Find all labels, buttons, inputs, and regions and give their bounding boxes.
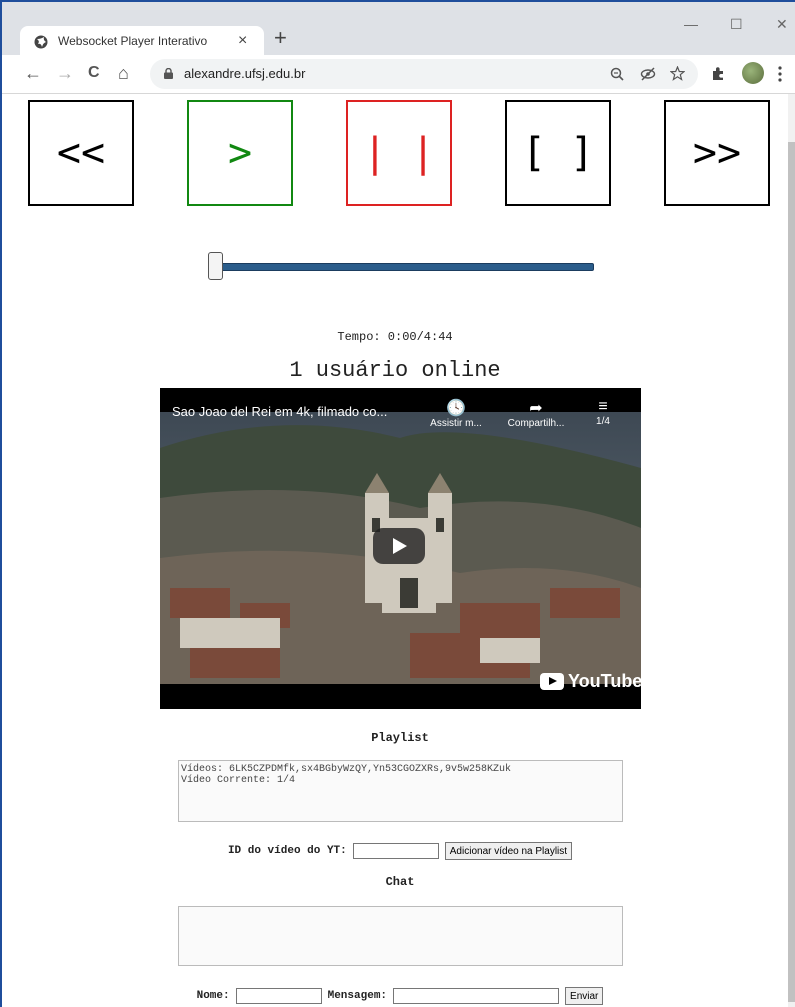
menu-icon[interactable] <box>778 66 782 82</box>
playlist-button[interactable]: ≡ 1/4 <box>588 398 618 427</box>
share-icon: ➦ <box>529 400 543 417</box>
window-close-icon[interactable]: ✕ <box>776 16 788 32</box>
send-button[interactable]: Enviar <box>565 987 604 1005</box>
playlist-textarea[interactable]: Vídeos: 6LK5CZPDMfk,sx4BGbyWzQY,Yn53CGOZ… <box>178 760 623 822</box>
extensions-icon[interactable] <box>710 65 726 81</box>
youtube-player[interactable]: Sao Joao del Rei em 4k, filmado co... 🕓 … <box>160 388 641 709</box>
browser-toolbar: ← → C ⌂ alexandre.ufsj.edu.br <box>2 55 795 94</box>
video-title[interactable]: Sao Joao del Rei em 4k, filmado co... <box>172 404 387 419</box>
new-tab-button[interactable]: + <box>274 27 287 49</box>
name-input[interactable] <box>235 988 322 1004</box>
play-icon <box>393 538 407 554</box>
youtube-brand: YouTube <box>568 671 641 691</box>
message-input[interactable] <box>393 988 560 1004</box>
scrollbar-thumb[interactable] <box>788 142 795 1002</box>
lock-icon <box>164 68 173 79</box>
time-display: Tempo: 0:00/4:44 <box>337 330 453 344</box>
profile-avatar[interactable] <box>742 62 764 84</box>
eye-off-icon[interactable] <box>640 67 656 81</box>
chat-heading: Chat <box>385 875 415 889</box>
seek-slider-track[interactable] <box>214 263 594 271</box>
forward-icon[interactable]: → <box>56 63 74 83</box>
share-button[interactable]: ➦ Compartilh... <box>500 398 572 429</box>
home-icon[interactable]: ⌂ <box>118 63 129 83</box>
address-bar[interactable]: alexandre.ufsj.edu.br <box>150 59 698 89</box>
youtube-play-icon <box>540 673 564 690</box>
tab-strip: Websocket Player Interativo × + — ☐ ✕ <box>2 2 795 57</box>
minimize-icon[interactable]: — <box>684 16 698 32</box>
fast-forward-button[interactable]: >> <box>664 100 770 206</box>
watch-later-button[interactable]: 🕓 Assistir m... <box>424 398 488 429</box>
url-text: alexandre.ufsj.edu.br <box>184 66 306 81</box>
play-overlay-button[interactable] <box>373 528 425 564</box>
chat-log-textarea[interactable] <box>178 906 623 966</box>
add-video-row: ID do vídeo do YT: Adicionar vídeo na Pl… <box>2 842 795 860</box>
chat-input-row: Nome: Mensagem: Enviar <box>2 987 795 1005</box>
star-icon[interactable] <box>670 66 685 81</box>
maximize-icon[interactable]: ☐ <box>730 16 743 32</box>
pause-button[interactable]: | | <box>346 100 452 206</box>
watch-later-label: Assistir m... <box>430 418 482 429</box>
page-content: << > | | [ ] >> Tempo: 0:00/4:44 1 usuár… <box>2 94 788 1007</box>
online-users: 1 usuário online <box>289 358 501 383</box>
name-label: Nome: <box>196 990 230 1002</box>
message-label: Mensagem: <box>327 990 388 1002</box>
playlist-position: 1/4 <box>596 416 610 427</box>
stop-button[interactable]: [ ] <box>505 100 611 206</box>
back-icon[interactable]: ← <box>24 63 42 83</box>
reload-icon[interactable]: C <box>88 63 100 83</box>
page-scrollbar[interactable] <box>788 94 795 1007</box>
video-id-label: ID do vídeo do YT: <box>227 845 347 857</box>
add-video-button[interactable]: Adicionar vídeo na Playlist <box>444 842 573 860</box>
youtube-logo[interactable]: YouTube <box>540 671 641 692</box>
seek-slider-thumb[interactable] <box>208 252 223 280</box>
globe-icon <box>34 35 48 49</box>
share-label: Compartilh... <box>507 418 565 429</box>
tab-close-icon[interactable]: × <box>238 32 247 50</box>
zoom-icon[interactable] <box>610 67 624 81</box>
tab-title: Websocket Player Interativo <box>58 34 208 48</box>
clock-icon: 🕓 <box>446 400 466 417</box>
browser-tab[interactable]: Websocket Player Interativo × <box>20 26 264 57</box>
video-id-input[interactable] <box>352 843 439 859</box>
playlist-heading: Playlist <box>371 731 429 745</box>
rewind-button[interactable]: << <box>28 100 134 206</box>
playlist-icon: ≡ <box>598 398 608 415</box>
play-button[interactable]: > <box>187 100 293 206</box>
